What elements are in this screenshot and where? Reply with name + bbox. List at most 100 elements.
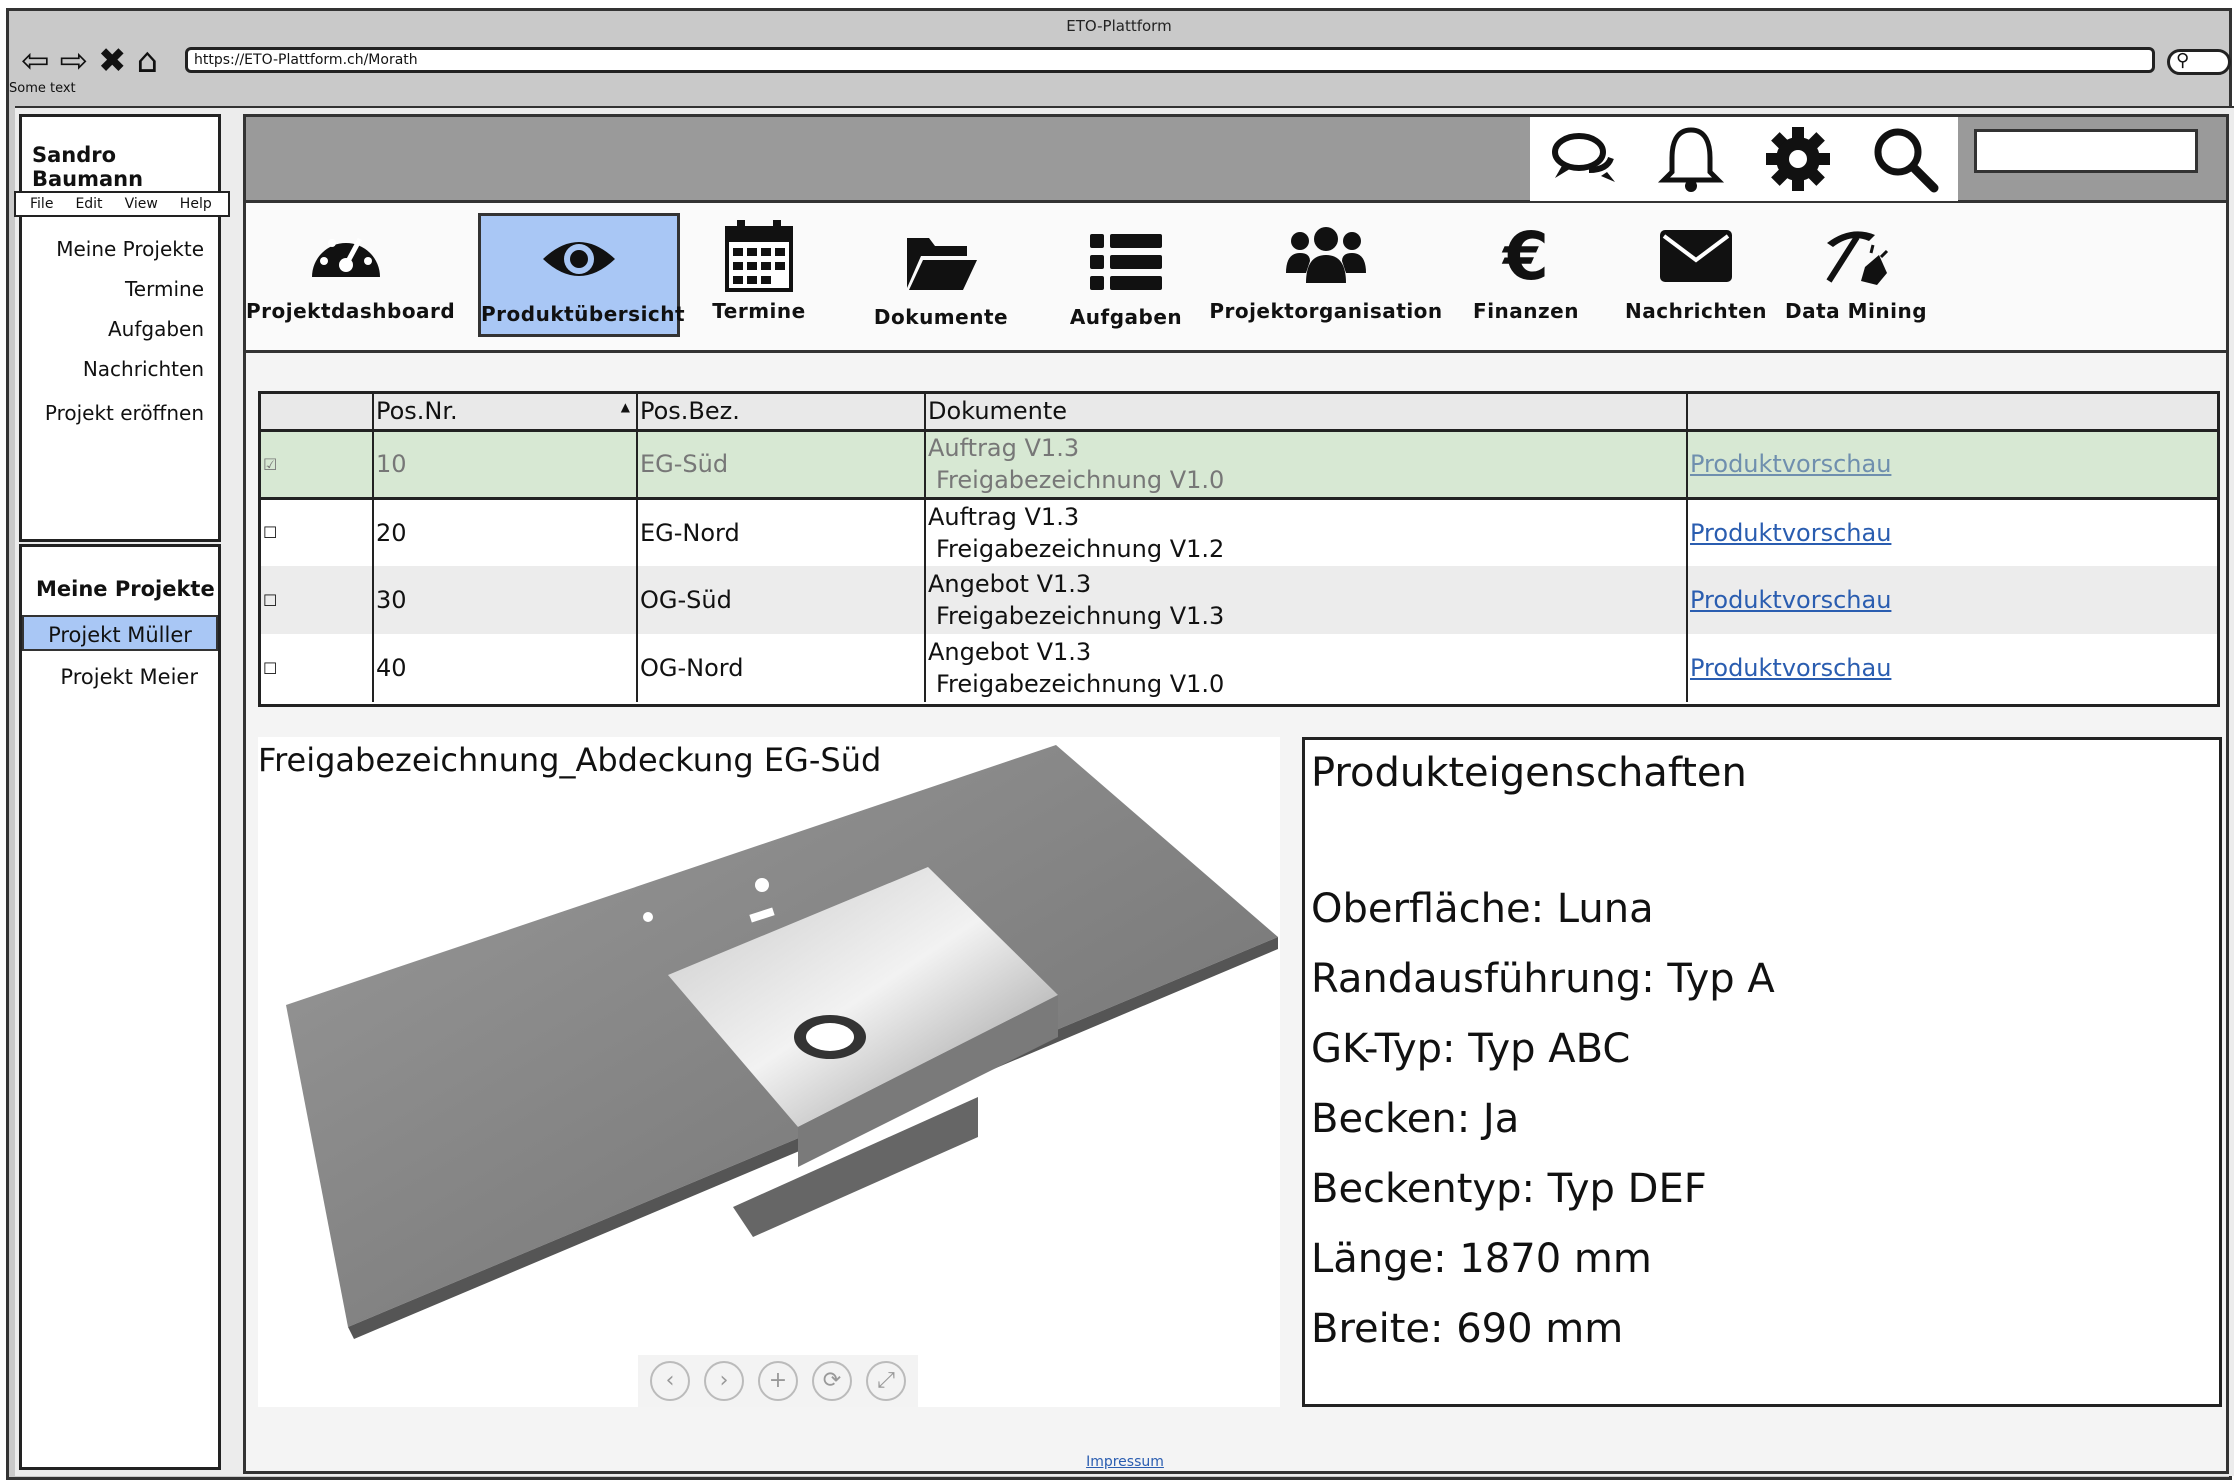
footer: Impressum xyxy=(15,1454,2234,1476)
project-item-mueller[interactable]: Projekt Müller xyxy=(22,615,218,651)
next-icon[interactable]: › xyxy=(704,1361,744,1401)
document-link[interactable]: Freigabezeichnung V1.0 xyxy=(928,668,1686,700)
property-breite: Breite: 690 mm xyxy=(1311,1306,1624,1352)
prev-icon[interactable]: ‹ xyxy=(650,1361,690,1401)
row-posbez: OG-Nord xyxy=(637,634,926,702)
calendar-icon xyxy=(725,220,793,292)
row-documents: Angebot V1.3 Freigabezeichnung V1.0 xyxy=(925,634,1688,702)
document-link[interactable]: Freigabezeichnung V1.0 xyxy=(928,464,1686,496)
search-icon[interactable] xyxy=(1870,124,1940,194)
product-preview-link[interactable]: Produktvorschau xyxy=(1690,450,1891,478)
document-link[interactable]: Auftrag V1.3 xyxy=(928,432,1686,464)
rotate-icon[interactable]: ⟳ xyxy=(812,1361,852,1401)
chat-icon[interactable] xyxy=(1549,124,1619,194)
side-nav-projekt-eroeffnen[interactable]: Projekt eröffnen xyxy=(45,393,204,433)
row-checkbox[interactable]: ☐ xyxy=(261,634,374,702)
menu-help[interactable]: Help xyxy=(180,193,212,215)
dashboard-icon xyxy=(312,237,380,277)
table-row[interactable]: ☐ 40 OG-Nord Angebot V1.3 Freigabezeichnu… xyxy=(261,634,2217,702)
row-documents: Auftrag V1.3 Freigabezeichnung V1.2 xyxy=(925,498,1688,566)
document-link[interactable]: Auftrag V1.3 xyxy=(928,501,1686,533)
col-header-dokumente[interactable]: Dokumente xyxy=(925,394,1688,431)
document-link[interactable]: Angebot V1.3 xyxy=(928,636,1686,668)
menu-edit[interactable]: Edit xyxy=(75,193,102,215)
tab-dokumente[interactable]: Dokumente xyxy=(866,219,1016,343)
tab-nachrichten[interactable]: Nachrichten xyxy=(1606,213,1786,337)
tab-termine[interactable]: Termine xyxy=(704,213,814,337)
product-preview-link[interactable]: Produktvorschau xyxy=(1690,654,1891,682)
property-becken: Becken: Ja xyxy=(1311,1096,1520,1142)
col-header-select xyxy=(261,394,374,431)
table-row[interactable]: ☐ 20 EG-Nord Auftrag V1.3 Freigabezeichnu… xyxy=(261,498,2217,566)
tab-finanzen[interactable]: € Finanzen xyxy=(1456,213,1596,337)
document-link[interactable]: Angebot V1.3 xyxy=(928,568,1686,600)
eye-icon xyxy=(543,242,615,276)
zoom-in-icon[interactable]: + xyxy=(758,1361,798,1401)
product-preview-link[interactable]: Produktvorschau xyxy=(1690,586,1891,614)
product-preview: Freigabezeichnung_Abdeckung EG-Süd ‹ › +… xyxy=(258,737,1280,1407)
document-link[interactable]: Freigabezeichnung V1.3 xyxy=(928,600,1686,632)
row-posbez: EG-Süd xyxy=(637,428,926,500)
search-icon: ⚲ xyxy=(2176,50,2190,71)
search-input[interactable] xyxy=(1974,129,2198,173)
row-posnr: 10 xyxy=(373,428,638,500)
property-randausfuehrung: Randausführung: Typ A xyxy=(1311,956,1775,1002)
product-preview-link[interactable]: Produktvorschau xyxy=(1690,519,1891,547)
close-icon[interactable]: ✖ xyxy=(98,41,127,81)
properties-title: Produkteigenschaften xyxy=(1311,750,1747,796)
forward-icon[interactable]: ⇨ xyxy=(60,41,89,81)
module-tabs: Projektdashboard Produktübersicht Termin… xyxy=(246,203,2226,353)
row-posnr: 20 xyxy=(373,498,638,566)
browser-search[interactable]: ⚲ xyxy=(2167,49,2231,75)
row-checkbox[interactable]: ☐ xyxy=(261,498,374,566)
tab-produktuebersicht[interactable]: Produktübersicht xyxy=(478,213,686,337)
tab-label: Produktübersicht xyxy=(481,302,686,326)
project-item-meier[interactable]: Projekt Meier xyxy=(22,659,218,695)
bell-icon[interactable] xyxy=(1656,124,1726,194)
url-input[interactable]: https://ETO-Plattform.ch/Morath xyxy=(185,47,2155,73)
back-icon[interactable]: ⇦ xyxy=(21,41,50,81)
toolbar xyxy=(1530,117,1958,201)
property-gk-typ: GK-Typ: Typ ABC xyxy=(1311,1026,1631,1072)
home-icon[interactable]: ⌂ xyxy=(137,41,159,81)
fullscreen-icon[interactable]: ⤢ xyxy=(866,1361,906,1401)
sort-asc-icon[interactable]: ▲ xyxy=(621,400,630,414)
property-oberflaeche: Oberfläche: Luna xyxy=(1311,886,1654,932)
tab-projektorganisation[interactable]: Projektorganisation xyxy=(1206,213,1446,337)
tab-data-mining[interactable]: Data Mining xyxy=(1776,213,1936,337)
row-checkbox[interactable]: ☐ xyxy=(261,566,374,634)
tab-label: Data Mining xyxy=(1784,299,1928,323)
side-nav-nachrichten[interactable]: Nachrichten xyxy=(45,349,204,389)
col-header-link xyxy=(1687,394,2217,431)
folder-icon xyxy=(907,238,977,290)
row-posnr: 30 xyxy=(373,566,638,634)
browser-window: ETO-Plattform ⇦ ⇨ ✖ ⌂ https://ETO-Plattf… xyxy=(6,8,2234,1480)
pickaxe-icon xyxy=(1826,231,1889,285)
main-panel: Projektdashboard Produktübersicht Termin… xyxy=(243,114,2229,1474)
side-nav-meine-projekte[interactable]: Meine Projekte xyxy=(45,229,204,269)
top-bar xyxy=(246,117,2226,203)
table-row[interactable]: ☐ 30 OG-Süd Angebot V1.3 Freigabezeichnun… xyxy=(261,566,2217,634)
side-nav-aufgaben[interactable]: Aufgaben xyxy=(45,309,204,349)
col-header-posbez[interactable]: Pos.Bez. xyxy=(637,394,926,431)
window-title: ETO-Plattform xyxy=(1066,17,1172,35)
col-header-posnr[interactable]: Pos.Nr. ▲ xyxy=(373,394,638,431)
user-panel: Sandro Baumann File Edit View Help Meine… xyxy=(14,114,230,542)
list-icon xyxy=(1090,234,1162,290)
menu-view[interactable]: View xyxy=(125,193,158,215)
menu-file[interactable]: File xyxy=(30,193,53,215)
some-text-label: Some text xyxy=(9,81,76,96)
tab-aufgaben[interactable]: Aufgaben xyxy=(1066,219,1186,343)
document-link[interactable]: Freigabezeichnung V1.2 xyxy=(928,533,1686,565)
impressum-link[interactable]: Impressum xyxy=(1086,1454,1164,1470)
gear-icon[interactable] xyxy=(1763,124,1833,194)
side-nav-termine[interactable]: Termine xyxy=(45,269,204,309)
sink-3d-model[interactable] xyxy=(278,737,1278,1357)
user-name: Sandro Baumann xyxy=(32,143,144,191)
tab-label: Nachrichten xyxy=(1624,299,1767,323)
tab-projektdashboard[interactable]: Projektdashboard xyxy=(246,213,456,337)
row-checkbox[interactable]: ☑ xyxy=(261,428,374,500)
table-row[interactable]: ☑ 10 EG-Süd Auftrag V1.3 Freigabezeichnun… xyxy=(261,428,2217,500)
tab-label: Projektdashboard xyxy=(246,299,456,323)
side-nav: Meine Projekte Termine Aufgaben Nachrich… xyxy=(45,229,204,433)
